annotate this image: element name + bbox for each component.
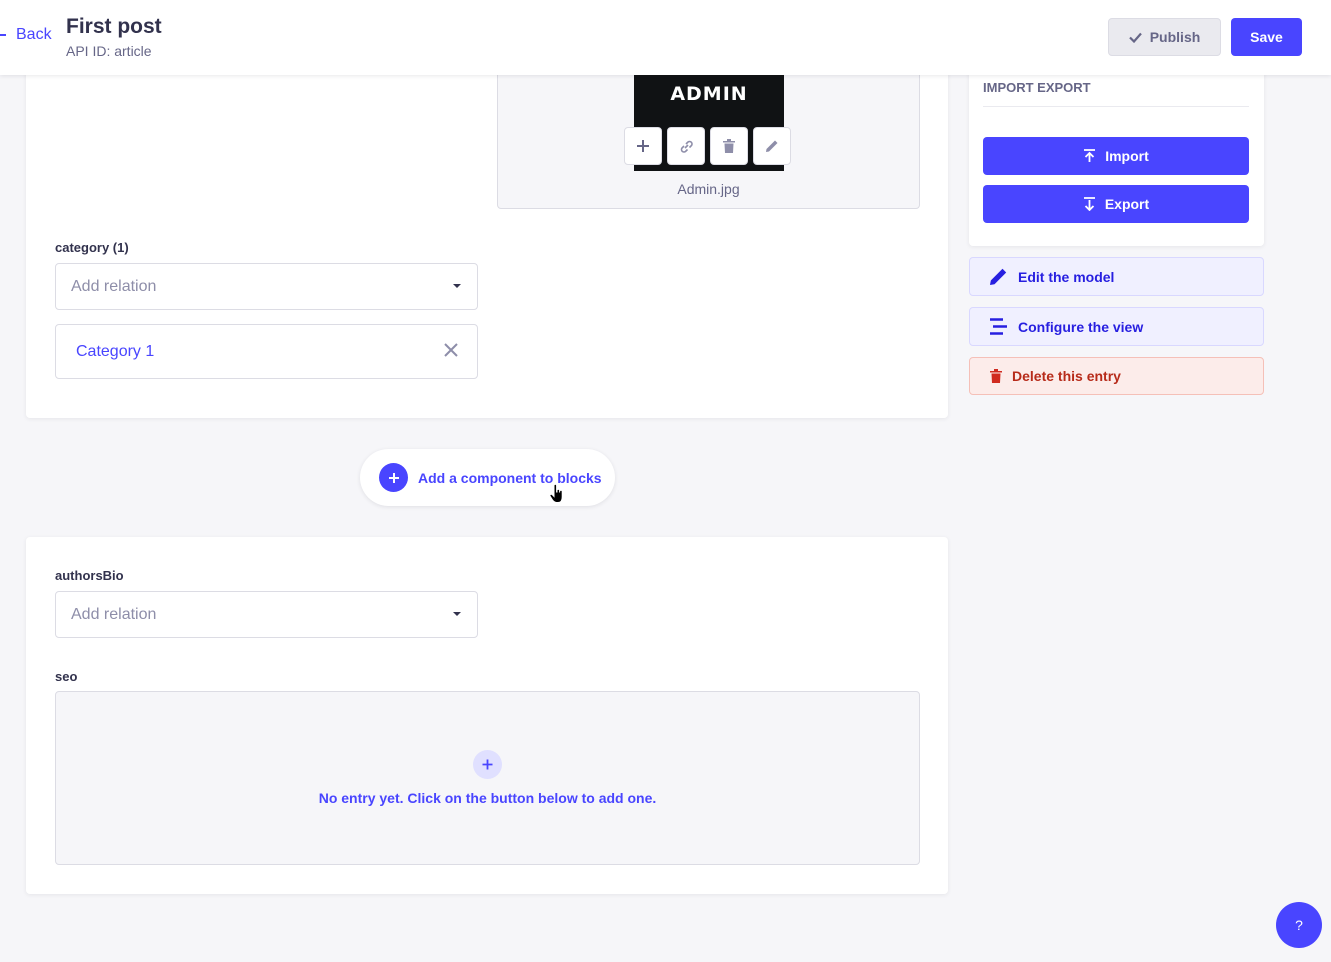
category-label: category (1)	[55, 240, 129, 255]
import-export-panel: IMPORT EXPORT Import Export	[969, 60, 1264, 246]
download-icon	[1083, 197, 1095, 211]
pencil-icon	[766, 140, 778, 152]
plus-icon	[637, 140, 649, 152]
upload-icon	[1084, 149, 1096, 162]
delete-entry-label: Delete this entry	[1012, 368, 1121, 384]
save-button[interactable]: Save	[1231, 18, 1302, 56]
trash-icon	[723, 139, 735, 153]
page-title: First post	[66, 15, 162, 38]
caret-down-icon	[453, 284, 461, 288]
back-label: Back	[16, 26, 52, 43]
import-export-title: IMPORT EXPORT	[983, 80, 1091, 95]
edit-media-button[interactable]	[753, 127, 791, 165]
link-icon	[680, 140, 693, 153]
seo-label: seo	[55, 669, 78, 684]
delete-media-button[interactable]	[710, 127, 748, 165]
add-media-button[interactable]	[624, 127, 662, 165]
configure-view-button[interactable]: Configure the view	[969, 307, 1264, 346]
media-actions	[624, 127, 791, 165]
add-component-label: Add a component to blocks	[418, 469, 602, 486]
export-button[interactable]: Export	[983, 185, 1249, 223]
import-label: Import	[1105, 148, 1149, 164]
check-icon	[1128, 32, 1142, 43]
divider	[983, 106, 1249, 107]
category-relation-item: Category 1	[55, 324, 478, 379]
add-component-button[interactable]: Add a component to blocks	[360, 449, 615, 506]
close-icon[interactable]	[443, 342, 459, 358]
publish-button[interactable]: Publish	[1108, 18, 1221, 56]
caret-down-icon	[453, 612, 461, 616]
category-relation-select[interactable]: Add relation	[55, 263, 478, 310]
copy-link-button[interactable]	[667, 127, 705, 165]
authorsbio-relation-select[interactable]: Add relation	[55, 591, 478, 638]
back-link[interactable]: Back	[0, 26, 52, 44]
arrow-left-icon	[0, 34, 6, 36]
relation-link[interactable]: Category 1	[76, 343, 154, 361]
help-button[interactable]: ?	[1276, 902, 1322, 948]
seo-empty-state[interactable]: No entry yet. Click on the button below …	[55, 691, 920, 865]
export-label: Export	[1104, 196, 1150, 212]
plus-circle-icon	[473, 750, 502, 779]
configure-view-label: Configure the view	[1018, 318, 1144, 335]
edit-model-label: Edit the model	[1018, 268, 1115, 285]
media-filename: Admin.jpg	[677, 181, 740, 197]
category-placeholder: Add relation	[71, 278, 157, 295]
trash-icon	[990, 369, 1002, 383]
hand-cursor-icon	[549, 484, 563, 503]
import-button[interactable]: Import	[983, 137, 1249, 175]
authorsbio-placeholder: Add relation	[71, 606, 157, 623]
publish-label: Publish	[1149, 29, 1201, 45]
edit-model-button[interactable]: Edit the model	[969, 257, 1264, 296]
plus-circle-icon	[379, 463, 408, 492]
header-bar: Back First post API ID: article Publish …	[0, 0, 1331, 75]
pencil-icon	[990, 268, 1007, 285]
seo-empty-text: No entry yet. Click on the button below …	[318, 790, 657, 806]
delete-entry-button[interactable]: Delete this entry	[969, 357, 1264, 395]
api-id: API ID: article	[66, 43, 152, 59]
authorsbio-label: authorsBio	[55, 568, 124, 583]
layout-icon	[990, 318, 1007, 335]
